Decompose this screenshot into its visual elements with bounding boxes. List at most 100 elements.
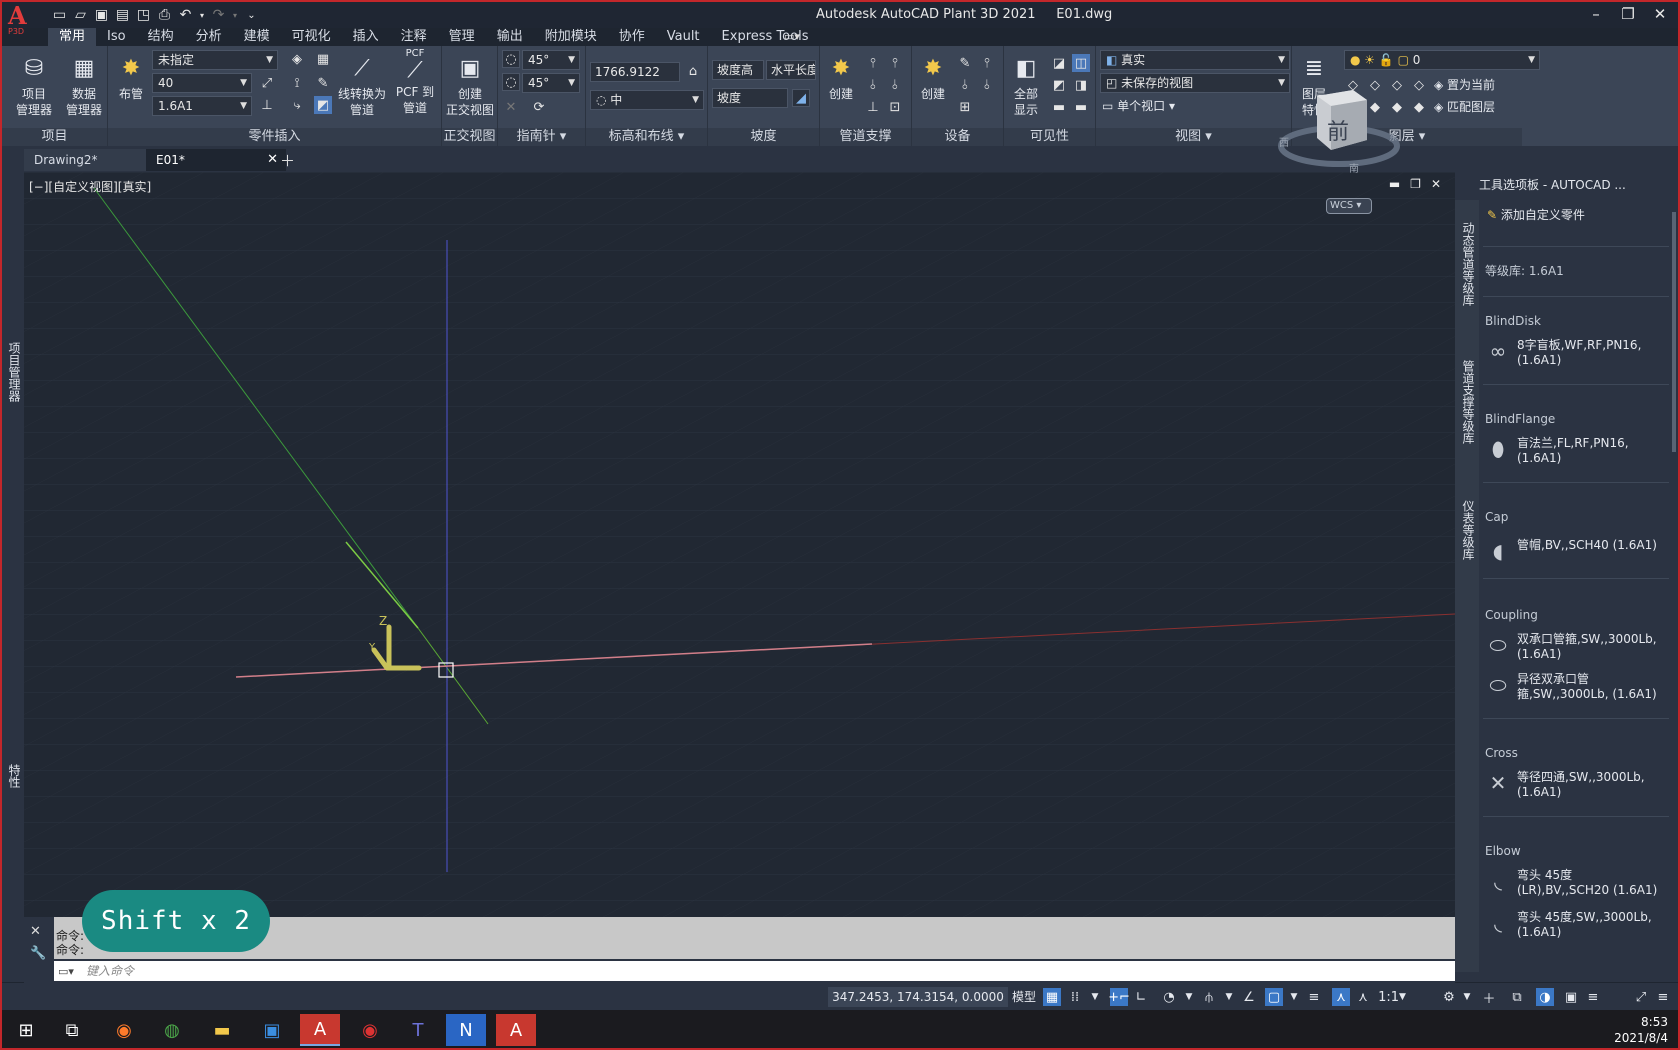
size-combo[interactable]: 40 ▼ [152, 73, 252, 93]
undo-dropdown-icon[interactable]: ▾ [197, 6, 207, 24]
layer-tool8-icon[interactable]: ◆ [1410, 98, 1428, 116]
create-ortho-button[interactable]: ▣ 创建 正交视图 [444, 54, 496, 118]
viewcube-south-label[interactable]: 南 [1349, 162, 1359, 175]
command-prompt-icon[interactable]: ▭▾ [58, 965, 74, 978]
create-equipment-button[interactable]: ✸ 创建 [914, 54, 952, 102]
equip-tool2-icon[interactable]: ⫯ [978, 54, 996, 72]
saveas-icon[interactable]: ▤ [113, 6, 132, 24]
viewcube-east-label[interactable]: 东 [1389, 132, 1397, 142]
create-support-button[interactable]: ✸ 创建 [822, 54, 860, 102]
doc-tab-drawing2[interactable]: Drawing2* ✕ [24, 149, 164, 171]
wcs-menu[interactable]: WCS ▾ [1326, 198, 1372, 214]
vis-tool4-icon[interactable]: ◨ [1072, 76, 1090, 94]
model-space-button[interactable]: 模型 [1012, 987, 1036, 1007]
vis-tool5-icon[interactable]: ▬ [1050, 98, 1068, 116]
justification-combo[interactable]: ◌ 中 ▼ [590, 90, 704, 110]
visual-style-combo[interactable]: ◧ 真实 ▼ [1100, 50, 1290, 70]
customize-icon[interactable]: 🔧 [30, 943, 46, 965]
ortho-icon[interactable]: ∟ [1132, 988, 1150, 1006]
tab-output[interactable]: 输出 [486, 28, 534, 46]
panel-title-view[interactable]: 视图 ▾ [1096, 128, 1291, 146]
tool-item[interactable]: ◖ 管帽,BV,,SCH40 (1.6A1) [1485, 538, 1675, 564]
layer-combo[interactable]: ● ☀ 🔓 ▢ 0 ▼ [1344, 50, 1540, 70]
snap-angle-combo[interactable]: 45° ▼ [522, 73, 580, 93]
compass-tool-icon[interactable]: ⟳ [530, 98, 548, 116]
equip-tool1-icon[interactable]: ✎ [956, 54, 974, 72]
restore-icon[interactable]: ❐ [1620, 5, 1636, 23]
recorder-icon[interactable]: ◉ [350, 1014, 390, 1046]
new-icon[interactable]: ▭ [50, 6, 69, 24]
slope-field[interactable]: 坡度 [712, 88, 788, 108]
plus-icon[interactable]: ＋ [1480, 988, 1498, 1007]
project-manager-button[interactable]: ⛁ 项目 管理器 [12, 54, 56, 118]
data-manager-button[interactable]: ▦ 数据 管理器 [62, 54, 106, 118]
equip-tool4-icon[interactable]: ⫰ [978, 76, 996, 94]
teams-icon[interactable]: T [398, 1014, 438, 1046]
tab-visualize[interactable]: 可视化 [281, 28, 342, 46]
gear-icon[interactable]: ⚙ [1440, 988, 1458, 1006]
annotation-autoscale-icon[interactable]: ⋏ [1354, 988, 1372, 1006]
workspace-switch-icon[interactable]: ▭▾ [784, 30, 810, 44]
panel-title-project[interactable]: 项目 [2, 128, 107, 146]
support-tool3-icon[interactable]: ⫰ [864, 76, 882, 94]
tool-item[interactable]: ⬮ 盲法兰,FL,RF,PN16, (1.6A1) [1485, 436, 1675, 466]
annotation-visibility-icon[interactable]: ⋏ [1332, 988, 1350, 1006]
tool-item[interactable]: ◟ 弯头 45度,SW,,3000Lb, (1.6A1) [1485, 910, 1675, 940]
restore-icon[interactable]: ❐ [1410, 177, 1421, 191]
tab-iso[interactable]: Iso [96, 28, 137, 46]
tab-manage[interactable]: 管理 [438, 28, 486, 46]
vis-tool3-icon[interactable]: ◩ [1050, 76, 1068, 94]
snap-angle-icon[interactable]: ◌ [502, 73, 520, 91]
chrome-icon[interactable]: ◍ [152, 1014, 192, 1046]
clean-screen-icon[interactable]: ▣ [1562, 988, 1580, 1006]
tool-item[interactable]: ⬭ 双承口管箍,SW,,3000Lb, (1.6A1) [1485, 632, 1675, 662]
layer-tool4-icon[interactable]: ◇ [1410, 76, 1428, 94]
spec-combo[interactable]: 未指定 ▼ [152, 50, 278, 70]
autocad-plant-icon[interactable]: A [300, 1014, 340, 1046]
slope-toggle-icon[interactable]: ◢ [792, 89, 810, 107]
osnap-tracking-icon[interactable]: ∠ [1240, 988, 1258, 1006]
undo-icon[interactable]: ↶ [176, 6, 195, 24]
line-to-pipe-button[interactable]: ⟋ 线转换为 管道 [336, 54, 388, 118]
tool-item[interactable]: ⬭ 异径双承口管 箍,SW,,3000Lb, (1.6A1) [1485, 672, 1675, 702]
viewcube-west-label[interactable]: 西 [1279, 138, 1289, 149]
tab-home[interactable]: 常用 [48, 28, 97, 46]
isolate-icon[interactable]: ◪ [1050, 54, 1068, 72]
save-icon[interactable]: ▣ [92, 6, 111, 24]
match-layer-button[interactable]: ◈ 匹配图层 [1434, 99, 1495, 115]
command-input[interactable]: 键入命令 [54, 961, 1455, 981]
vis-tool6-icon[interactable]: ▬ [1072, 98, 1090, 116]
compass-angle-combo[interactable]: 45° ▼ [522, 50, 580, 70]
properties-tab[interactable]: 特性 [6, 764, 23, 788]
redo-dropdown-icon[interactable]: ▾ [230, 6, 240, 24]
tab-addins[interactable]: 附加模块 [534, 28, 608, 46]
tp-tab-instrument-spec[interactable]: 仪表等级库 [1460, 500, 1477, 560]
dynamic-input-icon[interactable]: +⌐ [1108, 988, 1130, 1006]
saved-view-combo[interactable]: ◰ 未保存的视图 ▼ [1100, 73, 1290, 93]
coordinate-readout[interactable]: 347.2453, 174.3154, 0.0000 [828, 987, 1008, 1007]
panel-title-compass[interactable]: 指南针 ▾ [498, 128, 585, 146]
doc-tab-e01[interactable]: E01* ✕ [146, 149, 286, 171]
tool-item[interactable]: ✕ 等径四通,SW,,3000Lb, (1.6A1) [1485, 770, 1675, 800]
lineweight-icon[interactable]: ≡ [1305, 988, 1323, 1006]
tp-tab-pipe-support-spec[interactable]: 管道支撑等级库 [1460, 360, 1477, 444]
slope-height-field[interactable]: 坡度高 [712, 60, 764, 80]
tab-analysis[interactable]: 分析 [185, 28, 233, 46]
close-icon[interactable]: ✕ [267, 149, 278, 171]
elevation-icon[interactable]: ⌂ [684, 62, 702, 80]
set-current-button[interactable]: ◈ 置为当前 [1434, 77, 1495, 93]
chevron-down-icon[interactable]: ▼ [1285, 988, 1303, 1006]
menu-icon[interactable]: ≡ [1654, 988, 1672, 1006]
store-icon[interactable]: ▣ [252, 1014, 292, 1046]
class-combo[interactable]: 1.6A1 ▼ [152, 96, 252, 116]
support-tool2-icon[interactable]: ⫯ [886, 54, 904, 72]
chevron-down-icon[interactable]: ▼ [1086, 988, 1104, 1006]
osnap-icon[interactable]: ▢ [1265, 988, 1283, 1006]
tab-modeling[interactable]: 建模 [233, 28, 281, 46]
drawing-viewport[interactable]: Z Y [−][自定义视图][真实] ▬ ❐ ✕ [24, 172, 1455, 917]
elbow-icon[interactable]: ⤷ [288, 96, 306, 114]
route-pipe-button[interactable]: ✸ 布管 [114, 54, 148, 102]
panel-title-part-insert[interactable]: 零件插入 [108, 128, 441, 146]
fullscreen-icon[interactable]: ⤢ [1632, 988, 1650, 1006]
grid-icon[interactable]: ▦ [314, 50, 332, 68]
